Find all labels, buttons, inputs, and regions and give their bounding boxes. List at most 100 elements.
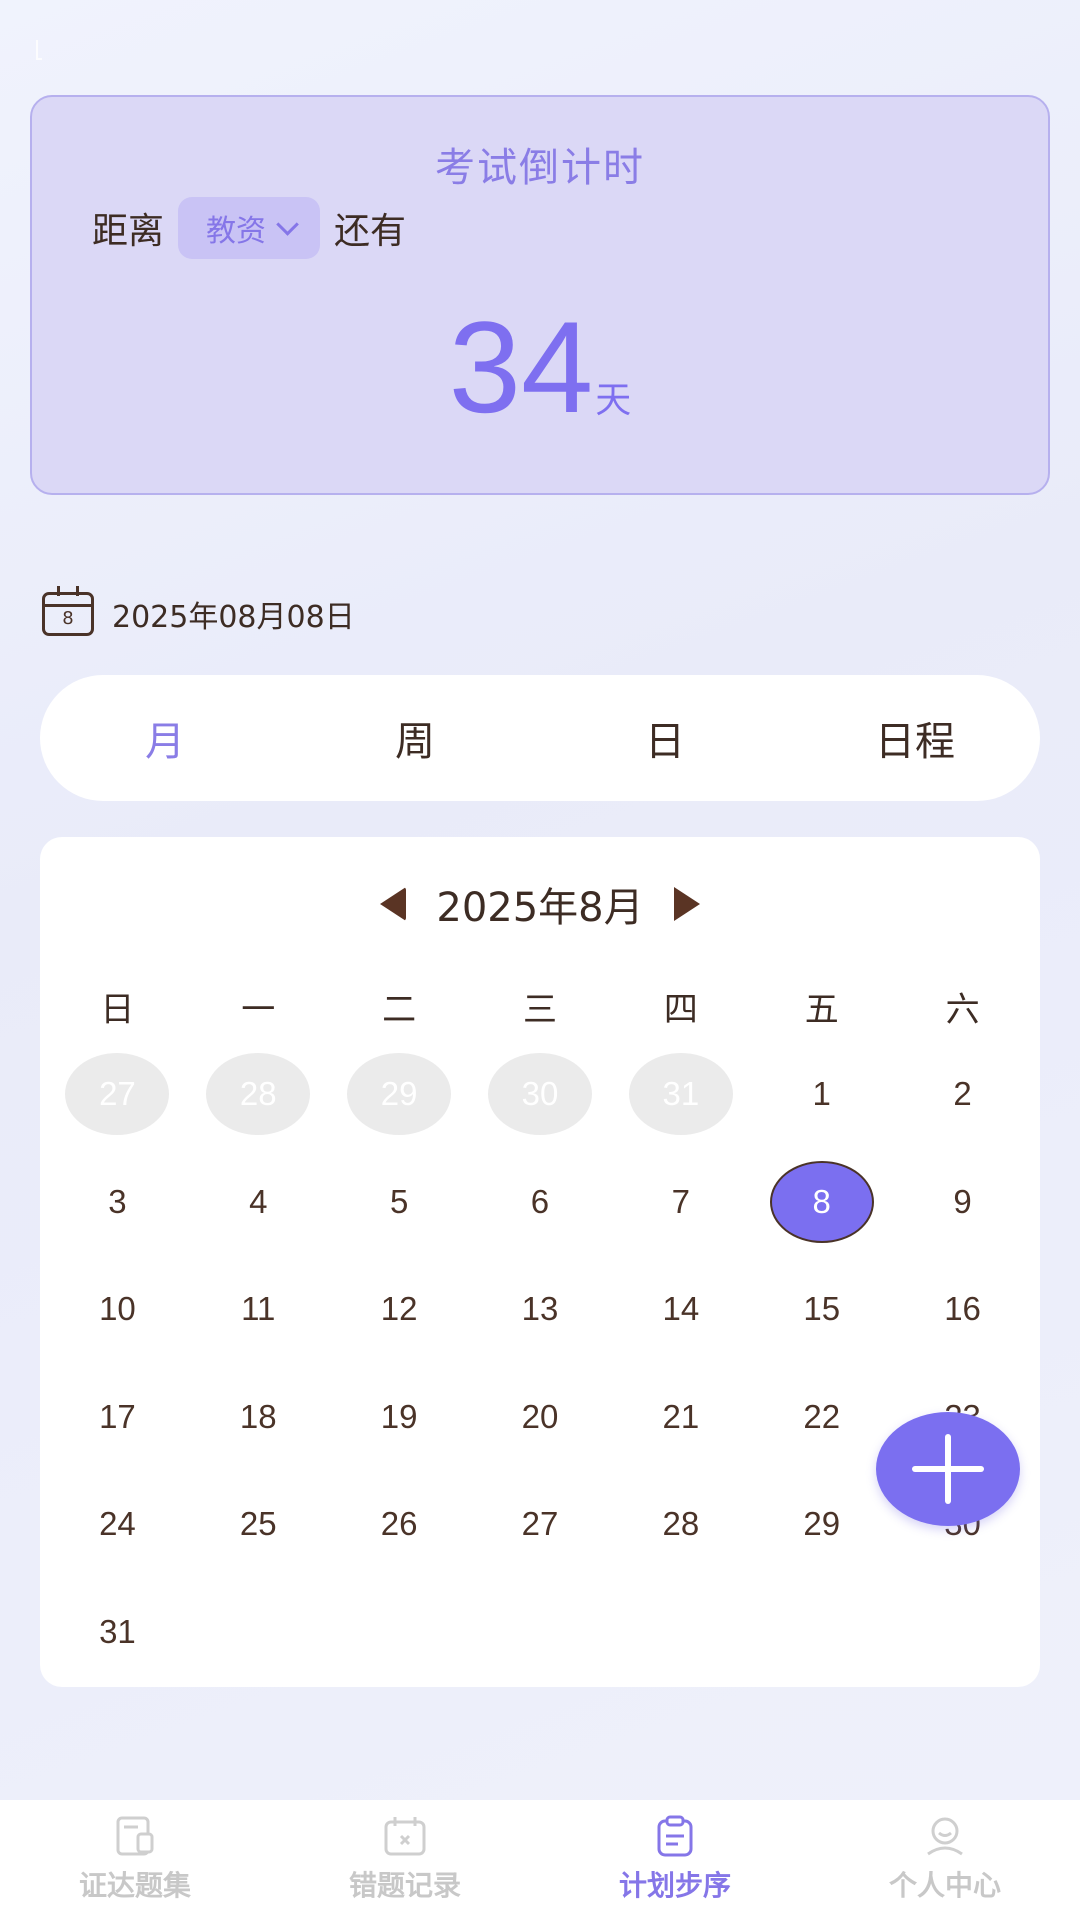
calendar-day-selected[interactable]: 8	[751, 1160, 892, 1269]
calendar-day-outside-month[interactable]: 30	[470, 1053, 611, 1161]
calendar-day-number: 13	[521, 1290, 559, 1327]
calendar-day[interactable]: 16	[892, 1268, 1033, 1376]
calendar-day[interactable]: 15	[751, 1268, 892, 1376]
calendar-day[interactable]: 2	[892, 1053, 1033, 1161]
weekday-label: 四	[663, 990, 698, 1030]
calendar-day[interactable]: 11	[188, 1268, 329, 1376]
calendar-day[interactable]: 3	[47, 1161, 188, 1269]
weekday-label: 五	[804, 990, 839, 1030]
exam-type-value: 教资	[206, 214, 267, 249]
calendar-day-outside-month[interactable]: 28	[188, 1053, 329, 1161]
nav-item-mistakes[interactable]: 错题记录	[270, 1800, 540, 1920]
distance-prefix: 距离	[92, 211, 165, 252]
exam-type-dropdown[interactable]: 教资	[178, 197, 321, 259]
calendar-day-number: 3	[108, 1182, 127, 1220]
nav-item-plan[interactable]: 计划步序	[540, 1800, 810, 1920]
calendar-day[interactable]: 13	[470, 1268, 611, 1376]
countdown-days: 34	[448, 294, 594, 440]
calendar-day[interactable]: 19	[329, 1376, 470, 1484]
calendar-day[interactable]: 17	[47, 1376, 188, 1484]
calendar-day[interactable]: 9	[892, 1161, 1033, 1269]
next-month-icon[interactable]	[673, 887, 700, 921]
calendar-day-number: 29	[803, 1505, 841, 1542]
add-plan-button[interactable]	[876, 1412, 1020, 1526]
calendar-day-number: 31	[99, 1612, 136, 1650]
calendar-day[interactable]: 14	[610, 1268, 751, 1376]
calendar-day-number: 14	[662, 1290, 700, 1327]
tab-month[interactable]: 月	[40, 675, 290, 801]
calendar-day[interactable]: 29	[751, 1483, 892, 1591]
calendar-day-number: 5	[389, 1182, 409, 1220]
countdown-title: 考试倒计时	[435, 145, 645, 191]
prev-month-icon[interactable]	[380, 887, 407, 921]
calendar-day[interactable]: 18	[188, 1376, 329, 1484]
tab-day[interactable]: 日	[540, 675, 790, 801]
tab-week[interactable]: 周	[290, 675, 540, 801]
nav-label: 计划步序	[618, 1869, 731, 1902]
calendar-day[interactable]: 20	[470, 1376, 611, 1484]
calendar-day-number: 31	[628, 1053, 733, 1135]
current-date-row: 8 2025年08月08日	[42, 586, 355, 636]
nav-label: 个人中心	[888, 1869, 1001, 1902]
weekday-label: 三	[522, 990, 557, 1030]
current-date: 2025年08月08日	[112, 600, 355, 635]
calendar-day-outside-month[interactable]: 31	[610, 1053, 751, 1161]
calendar-day[interactable]: 28	[610, 1483, 751, 1591]
calendar-day-number: 30	[487, 1053, 592, 1135]
calendar-day-number: 16	[944, 1290, 981, 1327]
calendar-day[interactable]: 6	[470, 1161, 611, 1269]
calendar-day-number: 6	[530, 1182, 550, 1220]
calendar-day-outside-month[interactable]: 27	[47, 1053, 188, 1161]
calendar-day[interactable]: 22	[751, 1376, 892, 1484]
calendar-day-number: 12	[380, 1290, 418, 1327]
weekday-label: 二	[382, 990, 417, 1030]
nav-label: 错题记录	[348, 1869, 461, 1902]
calendar-day[interactable]: 1	[751, 1053, 892, 1161]
calendar-day-number: 27	[65, 1053, 170, 1135]
weekday-header: 日一二三四五六	[40, 982, 1040, 1031]
calendar-day[interactable]: 31	[47, 1591, 188, 1699]
calendar-day-number: 27	[521, 1505, 559, 1542]
calendar-day[interactable]: 25	[188, 1483, 329, 1591]
calendar-day-number: 22	[803, 1397, 841, 1435]
calendar-day-number: 8	[769, 1160, 874, 1243]
chevron-down-icon	[276, 213, 299, 236]
calendar-day-outside-month[interactable]: 29	[329, 1053, 470, 1161]
nav-item-questions[interactable]: 证达题集	[0, 1800, 270, 1920]
weekday-label: 六	[945, 990, 980, 1030]
calendar-day-number: 1	[812, 1075, 831, 1112]
distance-row: 距离 教资 还有	[92, 197, 406, 259]
calendar-icon-day: 8	[62, 608, 74, 629]
calendar-day[interactable]: 7	[610, 1161, 751, 1269]
calendar-day-number: 18	[239, 1397, 277, 1435]
calendar-day-number: 17	[99, 1397, 136, 1435]
calendar-day[interactable]: 26	[329, 1483, 470, 1591]
nav-label: 证达题集	[78, 1869, 191, 1902]
view-tabs: 月 周 日 日程	[40, 675, 1040, 801]
nav-item-profile[interactable]: 个人中心	[810, 1800, 1080, 1920]
calendar-day-number: 11	[241, 1290, 276, 1327]
calendar-day-number: 25	[239, 1505, 277, 1542]
calendar-day-number: 10	[99, 1290, 136, 1327]
bottom-nav: 证达题集 错题记录 计划步序 个人中心	[0, 1800, 1080, 1920]
tab-schedule[interactable]: 日程	[790, 675, 1040, 801]
calendar-day-number: 28	[206, 1053, 311, 1135]
calendar-day-number: 29	[347, 1053, 452, 1135]
weekday-label: 一	[241, 990, 276, 1030]
calendar-day-number: 15	[803, 1290, 841, 1327]
calendar-day[interactable]: 27	[470, 1483, 611, 1591]
calendar-day[interactable]: 12	[329, 1268, 470, 1376]
calendar-day[interactable]: 21	[610, 1376, 751, 1484]
calendar-day-number: 21	[662, 1397, 700, 1435]
status-indicator	[36, 40, 42, 60]
month-label: 2025年8月	[436, 885, 644, 931]
calendar-day[interactable]: 24	[47, 1483, 188, 1591]
calendar-day[interactable]: 5	[329, 1161, 470, 1269]
clipboard-icon	[657, 1815, 693, 1857]
calendar-day-number: 7	[671, 1182, 691, 1220]
calendar-day[interactable]: 10	[47, 1268, 188, 1376]
distance-suffix: 还有	[334, 211, 407, 252]
calendar-day[interactable]: 4	[188, 1161, 329, 1269]
calendar-x-icon	[384, 1817, 426, 1856]
countdown-value: 34天	[32, 302, 1048, 432]
